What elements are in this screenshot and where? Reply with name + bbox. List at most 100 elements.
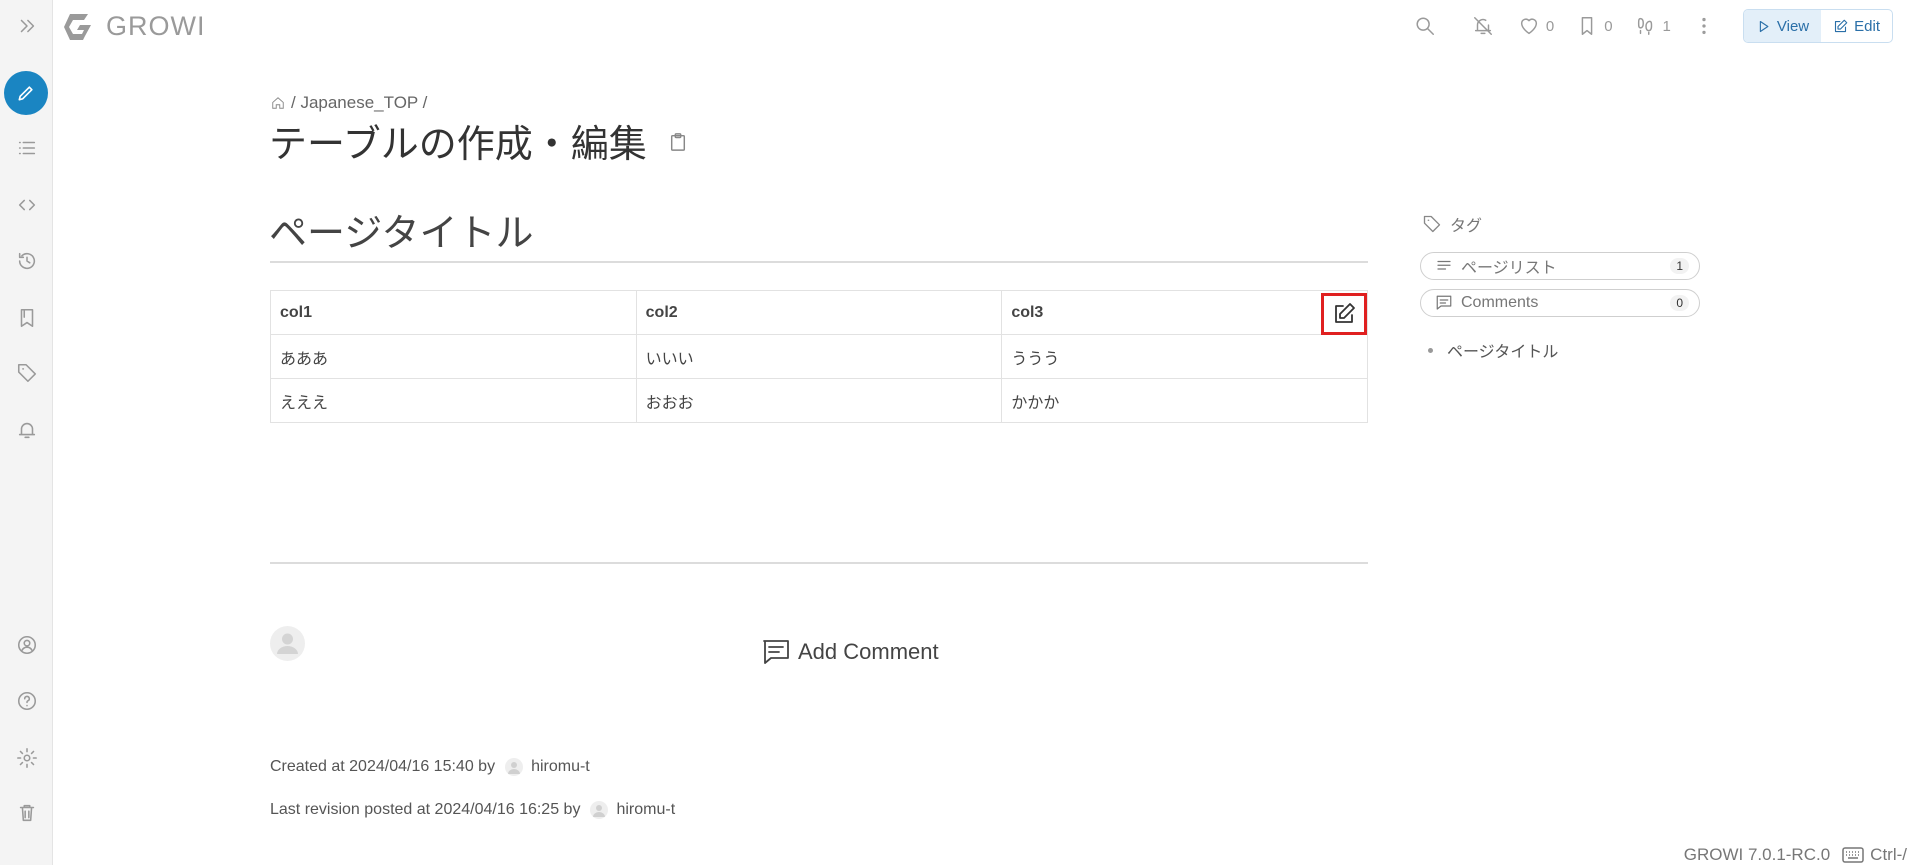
- heart-icon: [1520, 18, 1537, 35]
- edit-label: Edit: [1854, 17, 1880, 35]
- user-icon: [508, 762, 521, 774]
- tag-icon: [17, 363, 36, 383]
- list-icon: [1437, 260, 1451, 270]
- content-end-divider: [270, 562, 1368, 564]
- list-icon: [18, 141, 35, 155]
- search-button[interactable]: [1414, 15, 1436, 37]
- content-table: col1 col2 col3 あああ いいい ううう えええ おおお かかか: [270, 290, 1368, 423]
- table-row: あああ いいい ううう: [270, 334, 1368, 379]
- view-label: View: [1776, 17, 1810, 35]
- pencil-icon: [18, 86, 33, 101]
- comments-count: 0: [1670, 295, 1689, 311]
- breadcrumb-path[interactable]: / Japanese_TOP /: [291, 93, 427, 113]
- tag-icon: [1423, 215, 1441, 233]
- edit-icon: [1835, 19, 1848, 32]
- tags-section[interactable]: タグ: [1422, 212, 1482, 236]
- page-title: テーブルの作成・編集: [269, 113, 687, 168]
- sidebar-item-notifications[interactable]: [0, 410, 53, 450]
- history-icon: [18, 252, 35, 270]
- created-user-link[interactable]: hiromu-t: [531, 758, 590, 776]
- user-icon: [593, 805, 606, 817]
- revision-user-link[interactable]: hiromu-t: [616, 801, 675, 819]
- search-icon: [1416, 17, 1434, 35]
- comments-label: Comments: [1461, 294, 1539, 311]
- table-cell: ううう: [1001, 334, 1368, 379]
- like-count: 0: [1545, 17, 1555, 35]
- copy-path-button[interactable]: [669, 119, 687, 162]
- play-icon: [1759, 20, 1769, 32]
- seen-count: 1: [1662, 17, 1671, 35]
- app-name: GROWI: [106, 11, 206, 41]
- like-button[interactable]: 0: [1518, 15, 1554, 37]
- sidebar-item-recent-changes[interactable]: [0, 241, 53, 281]
- trash-icon: [19, 804, 34, 822]
- revision-text: Last revision posted at 2024/04/16 16:25…: [270, 801, 581, 818]
- more-vertical-icon: [1702, 17, 1706, 35]
- left-sidebar: [0, 0, 53, 865]
- keyboard-icon: [1842, 847, 1864, 863]
- tags-label: タグ: [1450, 218, 1483, 235]
- table-header-row: col1 col2 col3: [270, 290, 1368, 335]
- page-title-text: テーブルの作成・編集: [269, 124, 647, 166]
- sidebar-item-bookmarks[interactable]: [0, 298, 53, 338]
- table-cell: おおお: [635, 378, 1003, 423]
- table-cell: いいい: [635, 334, 1003, 379]
- footer: GROWI 7.0.1-RC.0 Ctrl-/: [1684, 845, 1907, 865]
- sidebar-item-tags[interactable]: [0, 353, 53, 393]
- toc-item[interactable]: ページタイトル: [1428, 338, 1558, 362]
- double-chevron-right-icon: [20, 19, 34, 33]
- bell-icon: [18, 422, 35, 439]
- table-row: えええ おおお かかか: [270, 378, 1368, 423]
- sidebar-toggle-button[interactable]: [0, 6, 53, 46]
- sidebar-item-trash[interactable]: [0, 793, 53, 833]
- sidebar-item-page-tree[interactable]: [0, 128, 53, 168]
- edit-icon: [1335, 303, 1355, 323]
- created-text: Created at 2024/04/16 15:40 by: [270, 758, 496, 775]
- gear-icon: [16, 748, 37, 768]
- heading-divider: [270, 261, 1368, 263]
- bullet: [1428, 347, 1433, 353]
- bookmark-book-icon: [20, 308, 33, 328]
- sidebar-item-user[interactable]: [0, 625, 53, 665]
- add-comment-label: Add Comment: [798, 639, 939, 664]
- breadcrumb: / Japanese_TOP /: [271, 93, 427, 113]
- table-cell: えええ: [270, 378, 637, 423]
- comment-icon: [763, 640, 789, 664]
- bookmark-button[interactable]: 0: [1576, 15, 1613, 37]
- page-list-count: 1: [1670, 258, 1689, 274]
- shortcuts-button[interactable]: Ctrl-/: [1842, 845, 1907, 865]
- table-header-cell: col3: [1001, 290, 1368, 335]
- bookmark-icon: [1581, 17, 1593, 35]
- page-controls: 0 0 1 View Edit: [1414, 9, 1893, 43]
- content-heading: ページタイトル: [269, 213, 534, 255]
- toc-item-label: ページタイトル: [1447, 344, 1559, 361]
- sidebar-item-help[interactable]: [0, 681, 53, 721]
- more-options-button[interactable]: [1693, 15, 1715, 37]
- bookmark-count: 0: [1604, 17, 1613, 35]
- shortcut-label: Ctrl-/: [1870, 845, 1907, 864]
- home-icon[interactable]: [271, 96, 285, 110]
- growi-logo[interactable]: GROWI: [62, 11, 206, 42]
- seen-users-button[interactable]: 1: [1635, 15, 1671, 37]
- view-button[interactable]: View: [1743, 10, 1822, 42]
- page-list-button[interactable]: ページリスト 1: [1420, 252, 1700, 280]
- growi-logo-icon: [64, 13, 91, 40]
- edit-table-button[interactable]: [1321, 293, 1367, 335]
- sidebar-item-custom-sidebar[interactable]: [0, 185, 53, 225]
- table-header-cell: col1: [270, 290, 637, 335]
- version-label: GROWI 7.0.1-RC.0: [1683, 845, 1831, 864]
- created-info: Created at 2024/04/16 15:40 by hiromu-t: [270, 758, 590, 776]
- comments-button[interactable]: Comments 0: [1420, 289, 1700, 317]
- avatar: [505, 758, 524, 776]
- create-page-button[interactable]: [4, 71, 48, 115]
- clipboard-icon: [670, 133, 685, 151]
- code-icon: [18, 199, 35, 211]
- sidebar-item-settings[interactable]: [0, 738, 53, 778]
- avatar: [270, 626, 305, 661]
- footprints-icon: [1637, 17, 1652, 35]
- page-list-label: ページリスト: [1461, 260, 1557, 277]
- edit-button[interactable]: Edit: [1821, 10, 1892, 42]
- add-comment-button[interactable]: Add Comment: [762, 639, 939, 665]
- subscribe-button[interactable]: [1472, 15, 1494, 37]
- avatar: [590, 801, 609, 819]
